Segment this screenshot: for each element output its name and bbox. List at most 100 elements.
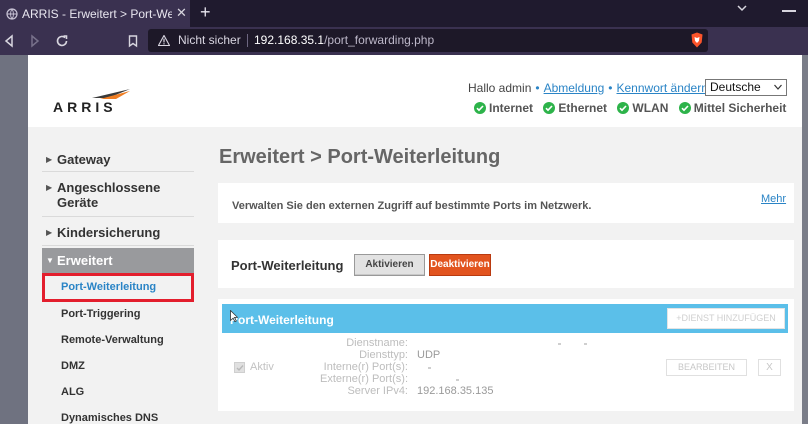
back-icon[interactable]: [2, 34, 16, 48]
active-checkbox[interactable]: [234, 362, 245, 373]
enable-button[interactable]: Aktivieren: [354, 254, 425, 276]
minimize-icon[interactable]: [782, 10, 796, 12]
greeting: Hallo admin: [468, 81, 532, 95]
status-security: Mittel Sicherheit: [678, 101, 786, 115]
status-internet: Internet: [474, 101, 533, 115]
toggle-label: Port-Weiterleitung: [231, 258, 344, 273]
bookmark-icon[interactable]: [126, 34, 140, 48]
change-password-link[interactable]: Kennwort ändern: [617, 81, 708, 95]
status-indicators: Internet Ethernet WLAN Mittel Sicherheit: [474, 101, 793, 115]
url-path: /port_forwarding.php: [324, 33, 435, 47]
separator-dot: •: [608, 81, 613, 95]
warning-icon: [158, 35, 170, 46]
sidebar-item-label-line2: Geräte: [57, 195, 99, 210]
disable-button[interactable]: Deaktivieren: [429, 254, 491, 276]
sidebar-subitem-port-triggering[interactable]: Port-Triggering: [42, 302, 194, 328]
sidebar-item-connected-devices[interactable]: ▶ Angeschlossene Geräte: [42, 173, 194, 217]
status-label: Internet: [489, 101, 534, 115]
status-ethernet: Ethernet: [543, 101, 607, 115]
service-type-value: UDP: [417, 349, 441, 361]
field-label: Diensttyp:: [359, 349, 408, 361]
arris-logo: ARRIS: [53, 99, 117, 115]
reload-icon[interactable]: [55, 34, 69, 48]
page-header: ARRIS Hallo admin • Abmeldung • Kennwort änd…: [28, 55, 802, 127]
table-row: Aktiv Dienstname: Diensttyp: UDP Interne…: [218, 333, 794, 411]
left-background-strip: [0, 55, 28, 424]
check-circle-icon: [617, 102, 630, 114]
field-label: Dienstname:: [346, 337, 408, 349]
check-circle-icon: [474, 102, 486, 114]
chevron-right-icon: ▶: [46, 155, 53, 164]
logout-link[interactable]: Abmeldung: [544, 81, 605, 95]
sidebar-item-parental-control[interactable]: ▶ Kindersicherung: [42, 218, 194, 246]
sidebar-item-label: Angeschlossene: [57, 180, 161, 195]
edit-button[interactable]: BEARBEITEN: [666, 359, 747, 376]
url-text[interactable]: 192.168.35.1/port_forwarding.php: [254, 33, 434, 47]
chevron-down-icon: ▼: [46, 256, 54, 265]
status-wlan: WLAN: [617, 101, 668, 115]
separator-dot: •: [535, 81, 540, 95]
service-type-field: Diensttyp:: [278, 349, 408, 361]
close-tab-icon[interactable]: ✕: [176, 5, 187, 21]
redacted-mark: [558, 343, 561, 345]
info-box: Verwalten Sie den externen Zugriff auf b…: [218, 183, 794, 223]
field-label: Externe(r) Port(s):: [319, 373, 408, 385]
browser-tab[interactable]: ARRIS - Erweitert > Port-Weiterle ✕: [0, 0, 190, 27]
browser-nav-bar: Nicht sicher 192.168.35.1/port_forwardin…: [0, 27, 808, 55]
subitem-label: Port-Weiterleitung: [61, 281, 157, 293]
chevron-down-icon: [774, 84, 782, 90]
sidebar: ▶ Gateway ▶ Angeschlossene Geräte ▶ Kind…: [42, 145, 194, 424]
forward-icon[interactable]: [28, 34, 42, 48]
sidebar-subitem-dynamic-dns[interactable]: Dynamisches DNS: [42, 406, 194, 424]
sidebar-subitem-port-forwarding[interactable]: Port-Weiterleitung: [42, 273, 194, 302]
tab-title: ARRIS - Erweitert > Port-Weiterle: [22, 7, 172, 21]
redacted-mark: [456, 379, 459, 381]
sidebar-item-gateway[interactable]: ▶ Gateway: [42, 145, 194, 172]
sidebar-item-label: Erweitert: [57, 253, 113, 268]
active-label: Aktiv: [250, 361, 274, 373]
language-select[interactable]: Deutsche: [705, 79, 787, 96]
sidebar-item-advanced[interactable]: ▼ Erweitert: [42, 248, 194, 273]
chevron-right-icon: ▶: [46, 228, 53, 237]
service-name-field: Dienstname:: [278, 337, 408, 349]
user-bar: Hallo admin • Abmeldung • Kennwort ändern: [468, 81, 708, 95]
add-service-button[interactable]: +DIENST HINZUFÜGEN: [667, 308, 785, 329]
field-label: Server IPv4:: [347, 385, 408, 397]
status-label: Ethernet: [558, 101, 608, 115]
sidebar-subitem-remote-management[interactable]: Remote-Verwaltung: [42, 328, 194, 354]
url-divider: [247, 34, 248, 47]
globe-icon: [6, 8, 18, 20]
external-ports-field: Externe(r) Port(s):: [278, 373, 408, 385]
port-forwarding-panel: Port-Weiterleitung +DIENST HINZUFÜGEN Ak…: [218, 299, 794, 411]
field-label: Interne(r) Port(s):: [323, 361, 408, 373]
redacted-mark: [428, 367, 431, 369]
panel-header: Port-Weiterleitung +DIENST HINZUFÜGEN: [222, 304, 788, 333]
sidebar-item-label: Kindersicherung: [57, 225, 161, 240]
url-host: 192.168.35.1: [254, 33, 325, 47]
page-title: Erweitert > Port-Weiterleitung: [219, 146, 501, 168]
subitem-label: Dynamisches DNS: [61, 412, 159, 424]
address-bar[interactable]: Nicht sicher 192.168.35.1/port_forwardin…: [148, 29, 708, 52]
subitem-label: ALG: [61, 386, 85, 398]
sidebar-subitem-alg[interactable]: ALG: [42, 380, 194, 406]
security-label[interactable]: Nicht sicher: [178, 33, 241, 47]
brave-shield-icon[interactable]: [690, 32, 704, 48]
internal-ports-field: Interne(r) Port(s):: [278, 361, 408, 373]
sidebar-item-label: Gateway: [57, 152, 111, 167]
subitem-label: Port-Triggering: [61, 308, 141, 320]
browser-tab-bar: ARRIS - Erweitert > Port-Weiterle ✕ +: [0, 0, 808, 27]
panel-title: Port-Weiterleitung: [230, 313, 334, 327]
port-forwarding-toggle-row: Port-Weiterleitung Aktivieren Deaktivier…: [218, 240, 794, 288]
chevron-down-icon[interactable]: [736, 2, 748, 14]
check-circle-icon: [678, 102, 691, 114]
check-icon: [236, 365, 244, 372]
sidebar-subitem-dmz[interactable]: DMZ: [42, 354, 194, 380]
subitem-label: DMZ: [61, 360, 85, 372]
mouse-cursor-icon: [230, 310, 238, 322]
more-link[interactable]: Mehr: [761, 193, 786, 205]
router-page: ARRIS Hallo admin • Abmeldung • Kennwort änd…: [28, 55, 802, 424]
delete-button[interactable]: X: [758, 359, 781, 376]
new-tab-icon[interactable]: +: [200, 2, 211, 23]
redacted-mark: [584, 343, 587, 345]
right-scroll-strip[interactable]: [802, 55, 808, 424]
